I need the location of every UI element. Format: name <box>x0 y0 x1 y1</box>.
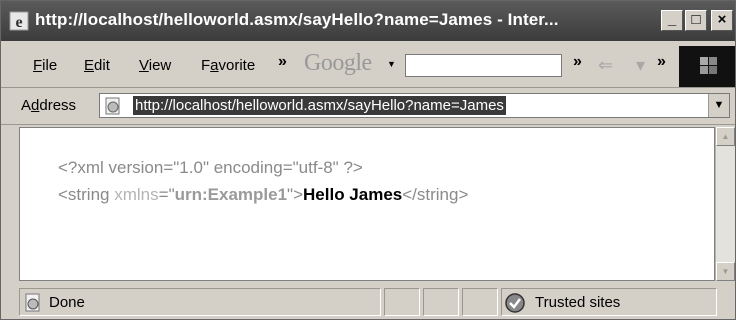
attr-equals: =" <box>158 185 175 204</box>
xmlns-attribute: xmlns <box>114 185 159 204</box>
menu-file-label: ile <box>42 57 58 74</box>
address-label-prefix: A <box>21 97 32 114</box>
status-text: Done <box>49 294 85 311</box>
menu-file[interactable]: File <box>33 57 57 74</box>
menu-view-label: iew <box>148 57 172 74</box>
internet-explorer-icon: e <box>9 11 29 31</box>
toolbar-overflow-chevron[interactable]: » <box>573 53 582 71</box>
xml-declaration: <?xml version="1.0" encoding="utf-8" ?> <box>58 158 363 177</box>
minimize-button[interactable]: _ <box>661 10 683 31</box>
forward-dropdown-icon[interactable]: ▾ <box>636 55 645 76</box>
maximize-button[interactable]: □ <box>685 10 707 31</box>
google-toolbar-logo[interactable]: Google <box>304 50 372 77</box>
page-content: <?xml version="1.0" encoding="utf-8" ?> … <box>19 127 715 281</box>
window-title: http://localhost/helloworld.asmx/sayHell… <box>35 10 559 29</box>
security-zone-label: Trusted sites <box>535 294 621 311</box>
status-cell-1 <box>384 288 420 316</box>
address-dropdown-button[interactable]: ▼ <box>708 94 729 117</box>
status-bar: Done Trusted sites <box>1 285 735 319</box>
links-overflow-chevron[interactable]: » <box>657 53 666 71</box>
back-arrow-icon[interactable]: ⇐ <box>598 55 613 76</box>
address-input[interactable]: http://localhost/helloworld.asmx/sayHell… <box>99 93 730 118</box>
open-tag-start: <string <box>58 185 115 204</box>
menu-edit-label: dit <box>94 57 110 74</box>
menu-favorites[interactable]: Favorite <box>201 57 255 74</box>
menu-view[interactable]: View <box>139 57 171 74</box>
google-dropdown-arrow-icon[interactable]: ▼ <box>387 59 396 69</box>
response-text: Hello James <box>303 185 403 204</box>
scroll-up-button[interactable]: ▲ <box>716 127 735 146</box>
address-bar: Address http://localhost/helloworld.asmx… <box>1 88 735 125</box>
scroll-down-button[interactable]: ▼ <box>716 262 735 281</box>
address-url: http://localhost/helloworld.asmx/sayHell… <box>133 96 506 115</box>
menu-edit[interactable]: Edit <box>84 57 110 74</box>
browser-window: e http://localhost/helloworld.asmx/sayHe… <box>0 0 736 320</box>
menu-favorites-prefix: F <box>201 57 211 74</box>
menu-bar: File Edit View Favorite » Google ▼ » ⇐ ▾… <box>1 45 735 88</box>
trusted-sites-icon <box>505 293 525 313</box>
svg-text:e: e <box>15 14 22 31</box>
menu-file-accesskey: F <box>33 57 43 74</box>
closing-tag: </string> <box>402 185 469 204</box>
menu-overflow-chevron[interactable]: » <box>278 53 287 71</box>
menu-edit-accesskey: E <box>84 57 95 74</box>
menu-favorites-label: vorite <box>218 57 256 74</box>
vertical-scrollbar[interactable]: ▲ ▼ <box>715 127 735 281</box>
close-button[interactable]: × <box>711 10 733 31</box>
windows-logo <box>679 46 735 87</box>
menu-view-accesskey: V <box>139 57 149 74</box>
title-bar[interactable]: e http://localhost/helloworld.asmx/sayHe… <box>1 1 735 41</box>
address-label-rest: dress <box>39 97 77 114</box>
page-done-icon <box>25 293 40 312</box>
page-icon <box>105 97 120 115</box>
windows-flag-icon <box>700 57 717 74</box>
open-tag-end: "> <box>287 185 304 204</box>
google-search-input[interactable] <box>405 54 562 77</box>
address-label: Address <box>21 97 76 114</box>
status-cell-3 <box>462 288 498 316</box>
status-cell-2 <box>423 288 459 316</box>
namespace-value: urn:Example1 <box>174 185 288 204</box>
menu-favorites-accesskey: a <box>210 57 219 74</box>
xml-string-element: <string xmlns="urn:Example1">Hello James… <box>58 185 468 205</box>
